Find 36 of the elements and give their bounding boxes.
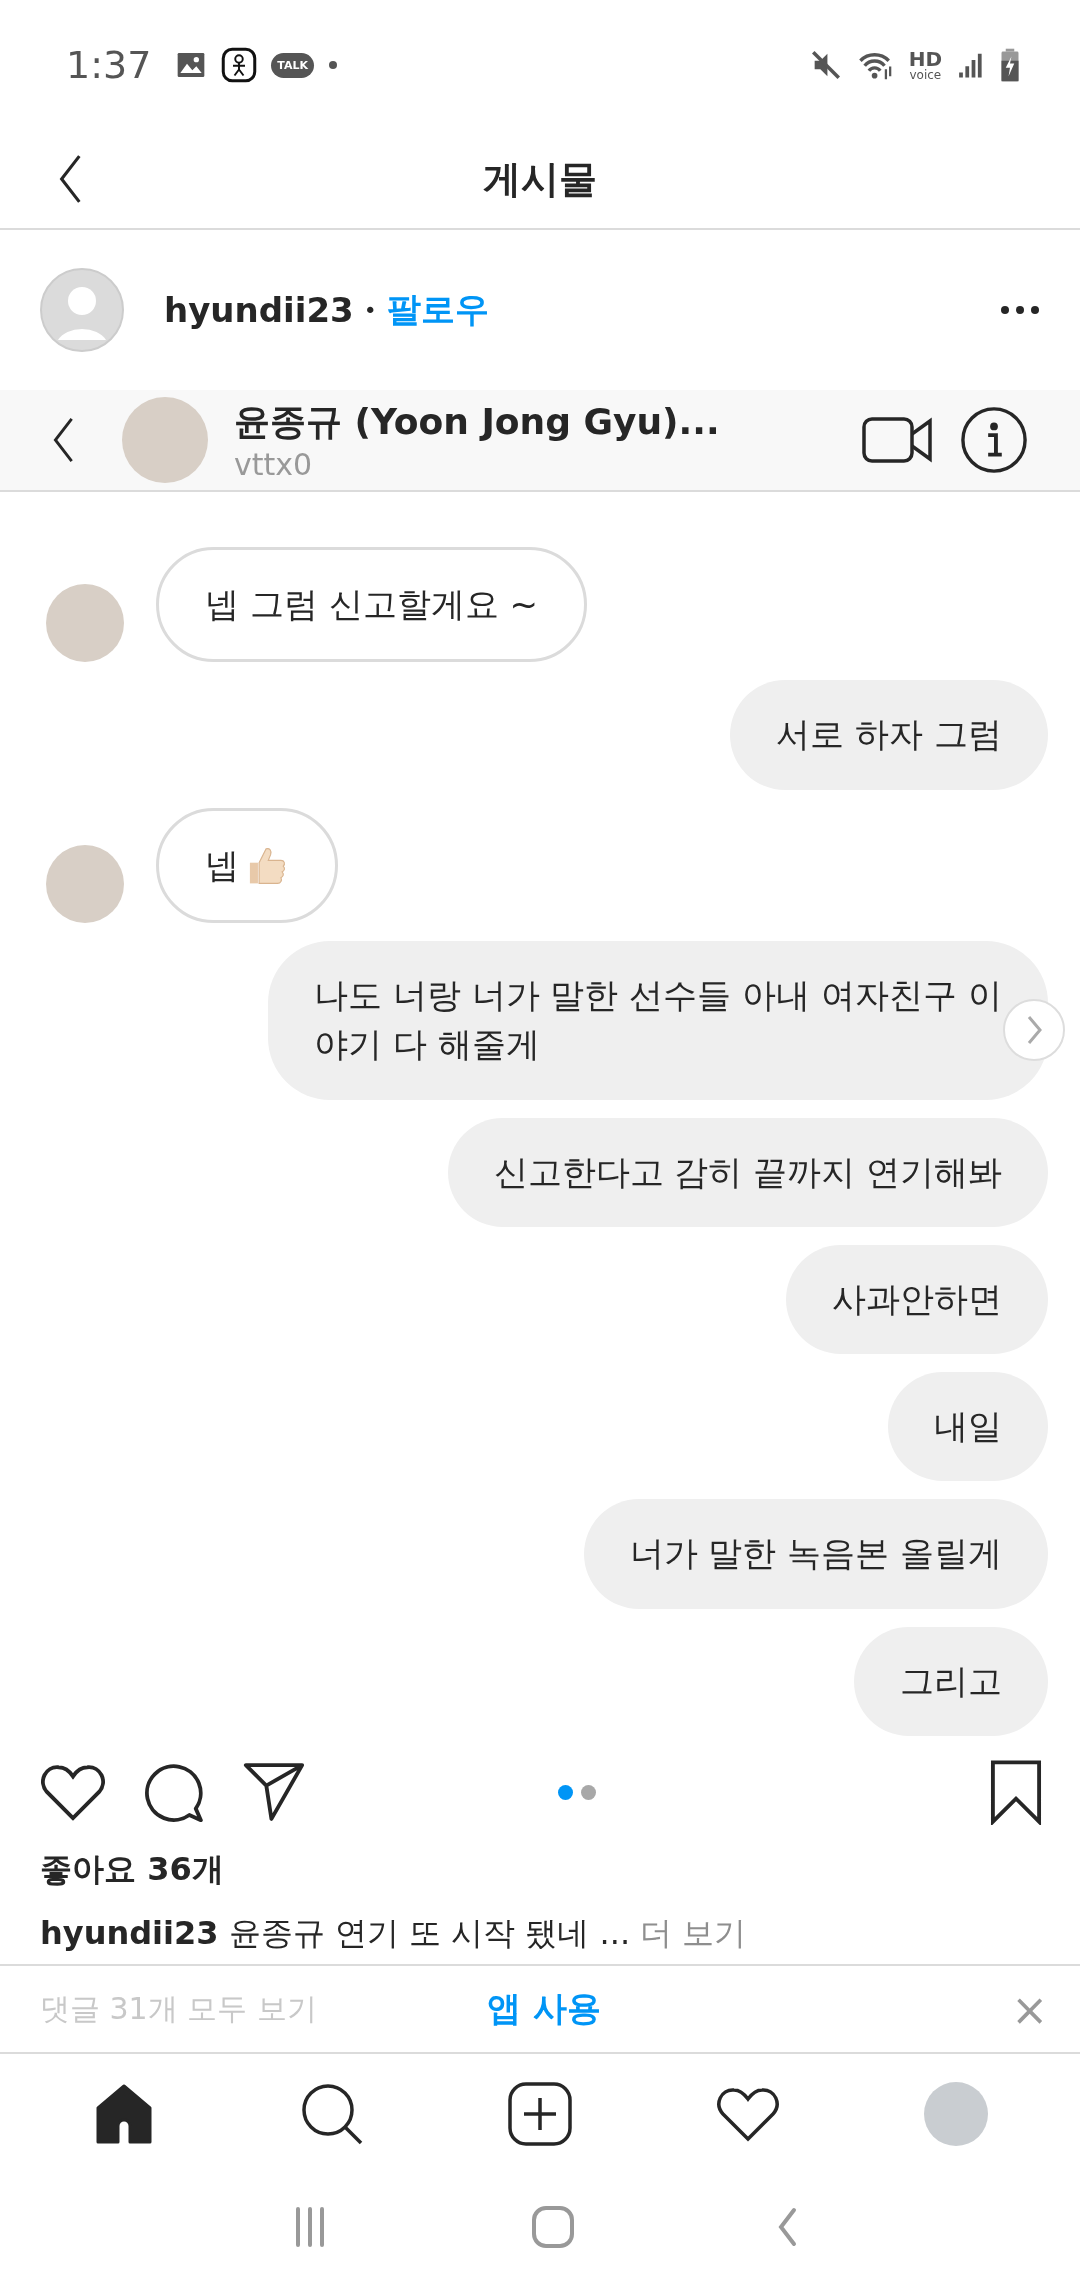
message-bubble: 신고한다고 감히 끝까지 연기해봐 [447,1117,1048,1227]
home-button-icon[interactable] [531,2205,575,2249]
add-icon[interactable] [508,2082,572,2146]
follow-link[interactable]: 팔로우 [386,287,489,333]
battery-charging-icon [1000,48,1020,82]
contact-handle: vttx0 [234,447,314,482]
post-caption: hyundii23 윤종규 연기 또 시작 됐네 ... 더 보기 [39,1913,748,1954]
message-bubble: 서로 하자 그럼 [730,680,1048,790]
use-app-link[interactable]: 앱 사용 [376,1986,712,2032]
heart-icon[interactable] [716,2085,780,2143]
chat-bubble-badge: TALK [271,52,315,78]
dot-icon [328,60,339,70]
hd-voice-indicator: HD voice [908,49,942,81]
status-time: 1:37 [66,43,152,87]
message-bubble: 나도 너랑 너가 말한 선수들 아내 여자친구 이야기 다 해줄게 [268,940,1048,1100]
contact-name: 윤종규 (Yoon Jong Gyu)... [234,400,721,444]
search-icon[interactable] [300,2082,364,2146]
message-bubble: 그리고 [854,1626,1048,1736]
message-bubble: 넵 [156,807,338,923]
send-icon[interactable] [242,1760,306,1824]
username-link[interactable]: hyundii23 [164,290,354,330]
message-bubble: 너가 말한 녹음본 올릴게 [583,1499,1048,1609]
more-options-icon[interactable] [1000,305,1040,315]
more-link[interactable]: 더 보기 [640,1914,747,1952]
message-bubble: 사과안하면 [786,1244,1048,1355]
message-bubble: 내일 [888,1372,1048,1482]
info-icon [960,406,1028,474]
close-button[interactable]: × [712,1983,1048,2035]
video-camera-icon [862,415,934,465]
separator-dot: • [363,297,377,323]
page-title: 게시물 [483,155,597,203]
stick-figure-icon [221,47,258,83]
heart-icon[interactable] [40,1762,106,1822]
like-count[interactable]: 좋아요 36개 [0,1842,1080,1898]
bookmark-icon[interactable] [988,1759,1044,1825]
message-bubble: 넵 그럼 신고할게요 ~ [156,547,587,663]
